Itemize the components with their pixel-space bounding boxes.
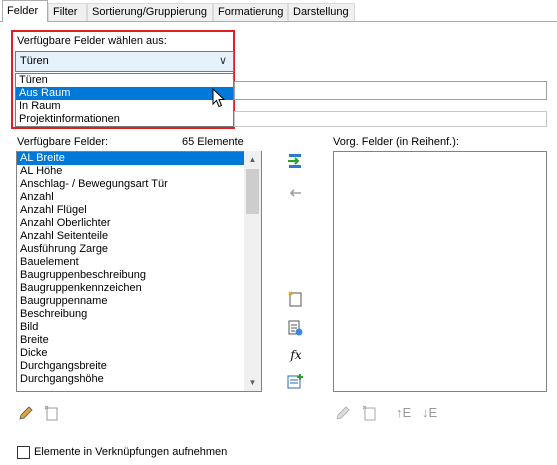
- list-item[interactable]: Bauelement: [17, 256, 261, 269]
- list-item[interactable]: AL Höhe: [17, 165, 261, 178]
- new-parameter-icon[interactable]: [286, 290, 304, 308]
- scroll-thumb[interactable]: [246, 169, 259, 214]
- move-up-icon[interactable]: ↑E: [396, 405, 411, 420]
- list-item[interactable]: Baugruppenname: [17, 295, 261, 308]
- list-item[interactable]: Anschlag- / Bewegungsart Tür: [17, 178, 261, 191]
- chevron-down-icon: ∨: [218, 55, 227, 67]
- fields-from-select[interactable]: Türen ∨: [15, 51, 234, 72]
- scheduled-fields-label: Vorg. Felder (in Reihenf.):: [333, 136, 459, 148]
- fields-from-dropdown-list: Türen Aus Raum In Raum Projektinformatio…: [15, 73, 234, 127]
- available-count: 65 Elemente: [182, 136, 244, 148]
- list-item[interactable]: Dicke: [17, 347, 261, 360]
- remove-field-icon[interactable]: [286, 184, 304, 202]
- list-item[interactable]: Breite: [17, 334, 261, 347]
- list-item[interactable]: Bild: [17, 321, 261, 334]
- dropdown-option[interactable]: In Raum: [16, 100, 233, 113]
- edit-parameter-icon[interactable]: [286, 319, 304, 337]
- include-linked-label: Elemente in Verknüpfungen aufnehmen: [34, 446, 228, 458]
- tab-divider: [0, 21, 557, 22]
- dropdown-option[interactable]: Projektinformationen: [16, 113, 233, 126]
- hidden-field-1: [234, 81, 547, 100]
- fields-from-value: Türen: [20, 55, 49, 67]
- tab-darstellung[interactable]: Darstellung: [288, 3, 355, 21]
- list-item[interactable]: Baugruppenbeschreibung: [17, 269, 261, 282]
- list-item[interactable]: Baugruppenkennzeichen: [17, 282, 261, 295]
- list-item[interactable]: Ausführung Zarge: [17, 243, 261, 256]
- list-item[interactable]: Anzahl: [17, 191, 261, 204]
- tab-sortierung[interactable]: Sortierung/Gruppierung: [87, 3, 213, 21]
- list-item[interactable]: AL Breite: [17, 152, 261, 165]
- scheduled-fields-list[interactable]: [333, 151, 547, 392]
- tab-filter[interactable]: Filter: [48, 3, 87, 21]
- pencil-icon[interactable]: [17, 404, 35, 422]
- tab-bar: Felder Filter Sortierung/Gruppierung For…: [0, 0, 557, 22]
- combine-parameters-icon[interactable]: [286, 372, 304, 390]
- move-down-icon[interactable]: ↓E: [422, 405, 437, 420]
- list-item[interactable]: Durchgangsbreite: [17, 360, 261, 373]
- dropdown-option[interactable]: Aus Raum: [16, 87, 233, 100]
- available-fields-label: Verfügbare Felder:: [17, 136, 109, 148]
- tab-felder[interactable]: Felder: [2, 0, 48, 22]
- list-scrollbar[interactable]: ▲ ▼: [244, 151, 261, 391]
- add-field-icon[interactable]: [286, 152, 304, 170]
- new-item-icon[interactable]: [42, 404, 60, 422]
- list-item[interactable]: Anzahl Oberlichter: [17, 217, 261, 230]
- list-item[interactable]: Durchgangshöhe: [17, 373, 261, 386]
- include-linked-checkbox[interactable]: [17, 446, 30, 459]
- pencil-icon[interactable]: [334, 404, 352, 422]
- dropdown-option[interactable]: Türen: [16, 74, 233, 87]
- new-item-icon[interactable]: [360, 404, 378, 422]
- formula-icon[interactable]: 𝑓x: [287, 346, 305, 364]
- list-item[interactable]: Beschreibung: [17, 308, 261, 321]
- hidden-field-2: [234, 111, 547, 127]
- scroll-up-icon[interactable]: ▲: [244, 151, 261, 168]
- available-fields-list[interactable]: AL Breite AL Höhe Anschlag- / Bewegungsart…: [16, 151, 262, 392]
- mouse-cursor-icon: [212, 88, 226, 108]
- list-item[interactable]: Anzahl Flügel: [17, 204, 261, 217]
- tab-formatierung[interactable]: Formatierung: [213, 3, 288, 21]
- fields-from-label: Verfügbare Felder wählen aus:: [17, 35, 167, 47]
- scroll-down-icon[interactable]: ▼: [244, 374, 261, 391]
- list-item[interactable]: Anzahl Seitenteile: [17, 230, 261, 243]
